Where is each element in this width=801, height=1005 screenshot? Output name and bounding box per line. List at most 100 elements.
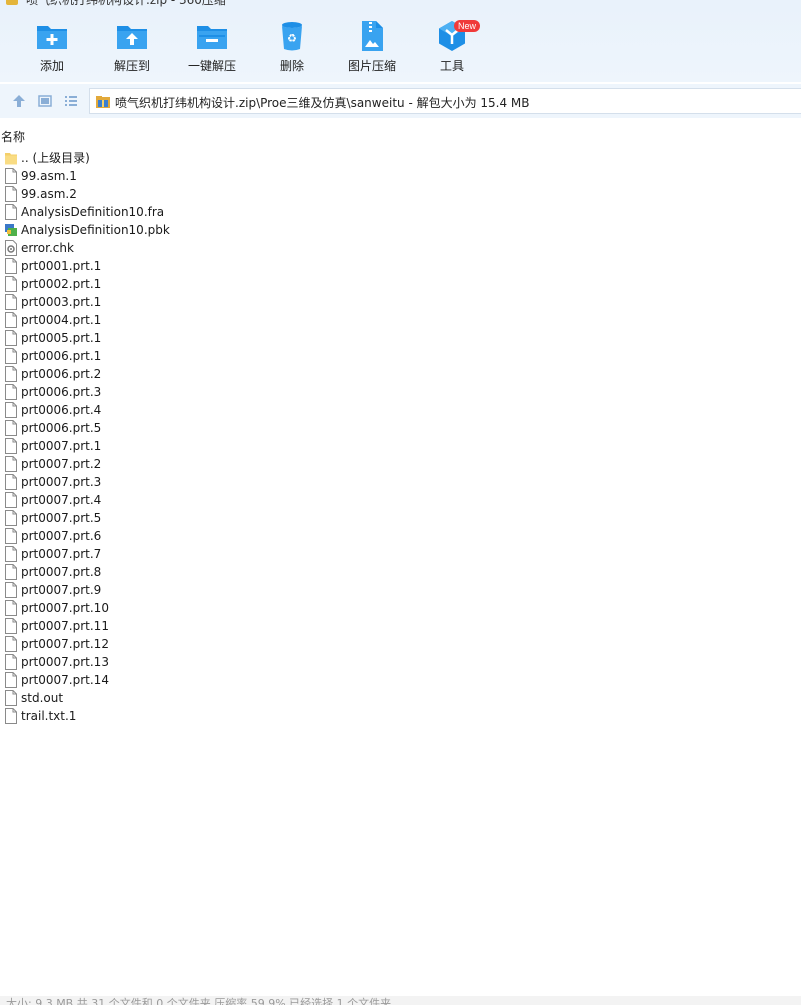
file-name: prt0001.prt.1 — [21, 259, 102, 273]
file-name: std.out — [21, 691, 64, 705]
file-row[interactable]: error.chk — [0, 239, 801, 257]
file-icon — [4, 402, 18, 418]
path-field[interactable]: 喷气织机打纬机构设计.zip\Proe三维及仿真\sanweitu - 解包大小… — [89, 88, 801, 114]
file-row[interactable]: prt0007.prt.12 — [0, 635, 801, 653]
file-name: prt0006.prt.1 — [21, 349, 102, 363]
tools-button[interactable]: 工具 — [412, 18, 492, 74]
app-icon — [6, 0, 18, 5]
file-name: prt0002.prt.1 — [21, 277, 102, 291]
file-name: prt0005.prt.1 — [21, 331, 102, 345]
file-name: prt0007.prt.6 — [21, 529, 102, 543]
file-row[interactable]: prt0007.prt.11 — [0, 617, 801, 635]
image-compress-label: 图片压缩 — [347, 59, 396, 73]
zip-archive-icon — [95, 94, 111, 113]
file-row[interactable]: AnalysisDefinition10.pbk — [0, 221, 801, 239]
file-name: .. (上级目录) — [21, 151, 90, 165]
file-icon — [4, 168, 18, 184]
file-name: prt0006.prt.3 — [21, 385, 102, 399]
file-row[interactable]: AnalysisDefinition10.fra — [0, 203, 801, 221]
file-row[interactable]: .. (上级目录) — [0, 149, 801, 167]
file-icon — [4, 546, 18, 562]
file-name: 99.asm.1 — [21, 169, 77, 183]
file-name: AnalysisDefinition10.pbk — [21, 223, 170, 237]
file-row[interactable]: prt0006.prt.1 — [0, 347, 801, 365]
window-title: 喷气织机打纬机构设计.zip - 360压缩 — [26, 0, 226, 7]
file-icon — [4, 690, 18, 706]
thumbnail-view-icon[interactable] — [37, 93, 55, 109]
file-row[interactable]: prt0007.prt.3 — [0, 473, 801, 491]
file-row[interactable]: prt0007.prt.5 — [0, 509, 801, 527]
status-bar: 大小: 9.3 MB 共 31 个文件和 0 个文件夹 压缩率 59.9% 已经… — [0, 996, 801, 1005]
one-click-extract-button[interactable]: 一键解压 — [172, 18, 252, 74]
file-name: prt0006.prt.5 — [21, 421, 102, 435]
file-name: prt0007.prt.7 — [21, 547, 102, 561]
file-row[interactable]: prt0005.prt.1 — [0, 329, 801, 347]
file-name: prt0007.prt.5 — [21, 511, 102, 525]
file-icon — [4, 708, 18, 724]
list-header: 名称 — [0, 126, 801, 146]
delete-button[interactable]: ♻ 删除 — [252, 18, 332, 74]
file-name: prt0006.prt.2 — [21, 367, 102, 381]
extract-to-label: 解压到 — [113, 59, 150, 73]
new-badge: New — [454, 20, 481, 32]
file-row[interactable]: prt0007.prt.4 — [0, 491, 801, 509]
file-name: prt0007.prt.11 — [21, 619, 109, 633]
file-icon — [4, 474, 18, 490]
file-icon — [4, 492, 18, 508]
file-list: .. (上级目录) 99.asm.1 99.asm.2 AnalysisDefinit… — [0, 149, 801, 725]
file-row[interactable]: prt0006.prt.3 — [0, 383, 801, 401]
file-name: prt0006.prt.4 — [21, 403, 102, 417]
file-row[interactable]: 99.asm.1 — [0, 167, 801, 185]
file-icon — [4, 204, 18, 220]
file-row[interactable]: prt0007.prt.9 — [0, 581, 801, 599]
file-name: prt0007.prt.14 — [21, 673, 109, 687]
file-icon — [4, 636, 18, 652]
file-row[interactable]: prt0001.prt.1 — [0, 257, 801, 275]
delete-label: 删除 — [279, 59, 304, 73]
up-arrow-icon[interactable] — [11, 93, 29, 109]
svg-text:♻: ♻ — [287, 32, 297, 45]
file-row[interactable]: prt0007.prt.13 — [0, 653, 801, 671]
status-text: 大小: 9.3 MB 共 31 个文件和 0 个文件夹 压缩率 59.9% 已经… — [6, 997, 392, 1005]
file-icon — [4, 456, 18, 472]
file-icon — [4, 366, 18, 382]
file-icon — [4, 276, 18, 292]
tools-label: 工具 — [439, 59, 464, 73]
file-row[interactable]: prt0007.prt.10 — [0, 599, 801, 617]
file-row[interactable]: prt0006.prt.4 — [0, 401, 801, 419]
file-name: prt0007.prt.4 — [21, 493, 102, 507]
file-row[interactable]: std.out — [0, 689, 801, 707]
file-row[interactable]: prt0003.prt.1 — [0, 293, 801, 311]
file-row[interactable]: prt0007.prt.7 — [0, 545, 801, 563]
file-icon — [4, 384, 18, 400]
file-icon — [4, 258, 18, 274]
add-button[interactable]: 添加 — [12, 18, 92, 74]
one-click-extract-label: 一键解压 — [187, 59, 236, 73]
title-bar: 喷气织机打纬机构设计.zip - 360压缩 — [0, 0, 801, 8]
address-bar: 喷气织机打纬机构设计.zip\Proe三维及仿真\sanweitu - 解包大小… — [0, 84, 801, 118]
file-row[interactable]: 99.asm.2 — [0, 185, 801, 203]
file-name: prt0004.prt.1 — [21, 313, 102, 327]
image-compress-button[interactable]: 图片压缩 — [332, 18, 412, 74]
file-row[interactable]: prt0006.prt.5 — [0, 419, 801, 437]
file-icon — [4, 510, 18, 526]
file-name: prt0007.prt.2 — [21, 457, 102, 471]
list-view-icon[interactable] — [63, 93, 81, 109]
recycle-bin-icon: ♻ — [274, 18, 310, 54]
extract-to-button[interactable]: 解压到 — [92, 18, 172, 74]
file-row[interactable]: prt0007.prt.1 — [0, 437, 801, 455]
column-header-name[interactable]: 名称 — [1, 128, 25, 145]
file-row[interactable]: prt0006.prt.2 — [0, 365, 801, 383]
file-row[interactable]: prt0004.prt.1 — [0, 311, 801, 329]
file-row[interactable]: trail.txt.1 — [0, 707, 801, 725]
file-row[interactable]: prt0007.prt.8 — [0, 563, 801, 581]
file-row[interactable]: prt0007.prt.14 — [0, 671, 801, 689]
file-icon — [4, 312, 18, 328]
file-row[interactable]: prt0007.prt.6 — [0, 527, 801, 545]
app-file-icon — [4, 222, 18, 238]
file-name: error.chk — [21, 241, 74, 255]
file-row[interactable]: prt0002.prt.1 — [0, 275, 801, 293]
file-row[interactable]: prt0007.prt.2 — [0, 455, 801, 473]
file-name: 99.asm.2 — [21, 187, 77, 201]
file-name: trail.txt.1 — [21, 709, 77, 723]
